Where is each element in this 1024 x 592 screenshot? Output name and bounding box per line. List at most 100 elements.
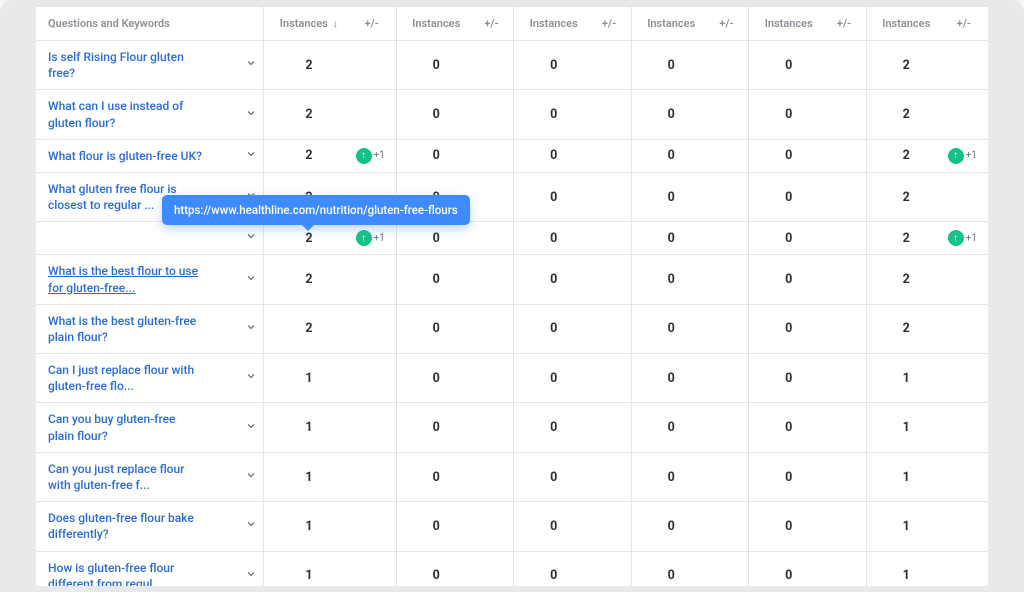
chevron-down-icon[interactable]	[245, 230, 257, 246]
header-questions-label: Questions and Keywords	[48, 17, 170, 30]
chevron-down-icon[interactable]	[245, 518, 257, 534]
instances-value: 0	[396, 452, 475, 501]
delta-value	[946, 403, 988, 452]
instances-value: 0	[514, 90, 593, 139]
instances-value: 2	[264, 304, 354, 353]
instances-value: 0	[749, 304, 828, 353]
column-header-pm-1[interactable]: +/-	[354, 7, 397, 41]
instances-value: 2	[866, 90, 945, 139]
question-text: What can I use instead of gluten flour?	[48, 98, 203, 130]
table-row: What is the best gluten-free plain flour…	[36, 304, 988, 353]
delta-value	[828, 172, 866, 221]
chevron-down-icon[interactable]	[245, 107, 257, 123]
instances-value: 0	[631, 502, 710, 551]
question-cell[interactable]: What can I use instead of gluten flour?	[36, 90, 264, 139]
chevron-down-icon[interactable]	[245, 370, 257, 386]
instances-value: 0	[631, 255, 710, 304]
column-header-instances-2[interactable]: Instances	[396, 7, 475, 41]
delta-value	[593, 354, 631, 403]
delta-value	[711, 41, 749, 90]
delta-value	[354, 502, 397, 551]
instances-value: 2	[264, 90, 354, 139]
column-header-pm-2[interactable]: +/-	[476, 7, 514, 41]
column-header-instances-1[interactable]: Instances ↓	[264, 7, 354, 41]
column-header-pm-5[interactable]: +/-	[828, 7, 866, 41]
question-cell[interactable]: Can I just replace flour with gluten-fre…	[36, 354, 264, 403]
chevron-down-icon[interactable]	[245, 148, 257, 164]
instances-value: 2	[866, 304, 945, 353]
instances-value: 0	[514, 551, 593, 586]
question-text: What flour is gluten-free UK?	[48, 148, 202, 164]
column-header-pm-6[interactable]: +/-	[946, 7, 988, 41]
instances-value: 1	[264, 354, 354, 403]
instances-value: 2	[866, 222, 945, 255]
delta-value	[593, 304, 631, 353]
app-frame: https://www.healthline.com/nutrition/glu…	[0, 0, 1024, 592]
sort-desc-icon: ↓	[333, 17, 339, 30]
chevron-down-icon[interactable]	[245, 272, 257, 288]
table-row: 2↑+100002↑+1	[36, 222, 988, 255]
question-cell[interactable]: Does gluten-free flour bake differently?	[36, 502, 264, 551]
chevron-down-icon[interactable]	[245, 420, 257, 436]
delta-value	[946, 551, 988, 586]
instances-value: 0	[631, 139, 710, 172]
instances-value: 1	[866, 502, 945, 551]
question-cell[interactable]: What is the best gluten-free plain flour…	[36, 304, 264, 353]
instances-value: 2	[866, 255, 945, 304]
column-header-pm-4[interactable]: +/-	[711, 7, 749, 41]
delta-value	[828, 41, 866, 90]
column-header-instances-3[interactable]: Instances	[514, 7, 593, 41]
column-header-instances-5[interactable]: Instances	[749, 7, 828, 41]
chevron-down-icon[interactable]	[245, 568, 257, 584]
delta-value	[828, 222, 866, 255]
delta-value	[354, 551, 397, 586]
question-cell[interactable]: Is self Rising Flour gluten free?	[36, 41, 264, 90]
question-cell[interactable]: Can you buy gluten-free plain flour?	[36, 403, 264, 452]
column-header-instances-6[interactable]: Instances	[866, 7, 945, 41]
instances-label: Instances	[280, 17, 328, 30]
delta-value	[711, 222, 749, 255]
column-header-questions[interactable]: Questions and Keywords	[36, 7, 264, 41]
instances-value: 0	[396, 502, 475, 551]
arrow-up-icon: ↑	[356, 230, 372, 246]
delta-value	[946, 502, 988, 551]
question-cell[interactable]: How is gluten-free flour different from …	[36, 551, 264, 586]
arrow-up-icon: ↑	[948, 148, 964, 164]
question-cell[interactable]: Can you just replace flour with gluten-f…	[36, 452, 264, 501]
chevron-down-icon[interactable]	[245, 469, 257, 485]
chevron-down-icon[interactable]	[245, 321, 257, 337]
delta-value: ↑+1	[354, 139, 397, 172]
delta-value	[593, 139, 631, 172]
delta-value	[828, 502, 866, 551]
instances-value: 0	[749, 139, 828, 172]
delta-value	[711, 502, 749, 551]
delta-text: +1	[374, 233, 385, 244]
question-cell[interactable]: What is the best flour to use for gluten…	[36, 255, 264, 304]
delta-value	[476, 551, 514, 586]
column-header-instances-4[interactable]: Instances	[631, 7, 710, 41]
question-cell[interactable]: What flour is gluten-free UK?	[36, 139, 264, 172]
instances-value: 0	[631, 41, 710, 90]
table-row: What flour is gluten-free UK?2↑+100002↑+…	[36, 139, 988, 172]
instances-value: 0	[631, 304, 710, 353]
instances-value: 0	[749, 222, 828, 255]
delta-value	[593, 90, 631, 139]
delta-value	[946, 255, 988, 304]
instances-value: 0	[631, 403, 710, 452]
delta-value: ↑+1	[354, 222, 397, 255]
arrow-up-icon: ↑	[948, 230, 964, 246]
question-cell[interactable]	[36, 222, 264, 255]
delta-value	[354, 41, 397, 90]
delta-value	[593, 222, 631, 255]
question-text: Can I just replace flour with gluten-fre…	[48, 362, 203, 394]
table-row: Is self Rising Flour gluten free?200002	[36, 41, 988, 90]
delta-value	[828, 452, 866, 501]
right-gutter	[988, 6, 1018, 586]
column-header-pm-3[interactable]: +/-	[593, 7, 631, 41]
instances-value: 0	[749, 172, 828, 221]
delta-value	[711, 90, 749, 139]
chevron-down-icon[interactable]	[245, 57, 257, 73]
instances-value: 0	[514, 172, 593, 221]
delta-value	[476, 502, 514, 551]
instances-value: 2	[866, 41, 945, 90]
